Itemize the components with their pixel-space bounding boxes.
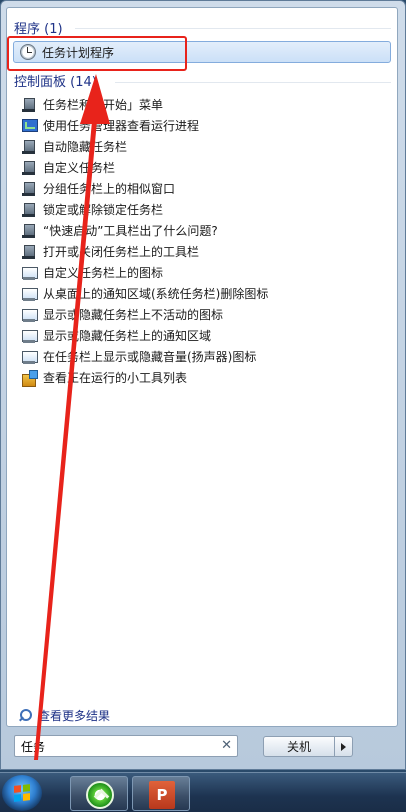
divider (115, 82, 391, 83)
shutdown-group: 关机 (263, 736, 353, 757)
clear-icon[interactable]: ✕ (221, 738, 232, 753)
list-item-label: 任务栏和「开始」菜单 (43, 98, 164, 112)
list-item[interactable]: 自定义任务栏 (21, 157, 391, 178)
list-item-label: 使用任务管理器查看运行进程 (43, 119, 200, 133)
taskbar-icon (21, 139, 37, 155)
taskbar-icon (21, 160, 37, 176)
list-item[interactable]: 查看正在运行的小工具列表 (21, 367, 391, 388)
monitor-icon (21, 307, 38, 323)
list-item-label: 打开或关闭任务栏上的工具栏 (43, 245, 200, 259)
list-item-label: 锁定或解除锁定任务栏 (43, 203, 164, 217)
list-item[interactable]: 打开或关闭任务栏上的工具栏 (21, 241, 391, 262)
control-panel-list: 任务栏和「开始」菜单 使用任务管理器查看运行进程 自动隐藏任务栏 自定义任务栏 … (21, 94, 391, 388)
monitor-icon (21, 349, 38, 365)
search-box: ✕ (14, 735, 238, 757)
search-input[interactable] (21, 738, 211, 754)
shutdown-button[interactable]: 关机 (263, 736, 335, 757)
start-menu: 程序 (1) 任务计划程序 控制面板 (14) 任务栏和「开始」菜单 使用任务管… (0, 0, 406, 770)
list-item[interactable]: “快速启动”工具栏出了什么问题? (21, 220, 391, 241)
taskbar-icon (21, 202, 37, 218)
windows-logo-icon (14, 784, 30, 802)
taskbar-icon (21, 97, 37, 113)
list-item-label: “快速启动”工具栏出了什么问题? (43, 224, 218, 238)
list-item[interactable]: 显示或隐藏任务栏上不活动的图标 (21, 304, 391, 325)
program-item-label: 任务计划程序 (42, 45, 115, 60)
list-item-label: 自定义任务栏上的图标 (43, 266, 164, 280)
search-icon (17, 708, 33, 724)
control-panel-group-header[interactable]: 控制面板 (14) (14, 71, 97, 90)
list-item[interactable]: 从桌面上的通知区域(系统任务栏)删除图标 (21, 283, 391, 304)
taskbar-button-powerpoint[interactable] (132, 776, 190, 811)
list-item[interactable]: 任务栏和「开始」菜单 (21, 94, 391, 115)
divider (75, 28, 391, 29)
see-more-results-link[interactable]: 查看更多结果 (17, 707, 110, 724)
search-results-pane: 程序 (1) 任务计划程序 控制面板 (14) 任务栏和「开始」菜单 使用任务管… (6, 7, 398, 727)
see-more-results-label: 查看更多结果 (38, 709, 111, 723)
list-item[interactable]: 显示或隐藏任务栏上的通知区域 (21, 325, 391, 346)
task-manager-icon (21, 118, 38, 134)
monitor-icon (21, 328, 38, 344)
taskbar-icon (21, 181, 37, 197)
list-item-label: 自动隐藏任务栏 (43, 140, 128, 154)
clock-icon (20, 44, 36, 60)
program-item-task-scheduler[interactable]: 任务计划程序 (13, 41, 391, 63)
taskbar (0, 772, 406, 812)
powerpoint-icon (149, 781, 175, 809)
ie-icon (86, 781, 114, 809)
gadget-icon (21, 369, 38, 387)
monitor-icon (21, 286, 38, 302)
start-button[interactable] (2, 775, 42, 811)
taskbar-icon (21, 244, 37, 260)
list-item[interactable]: 分组任务栏上的相似窗口 (21, 178, 391, 199)
taskbar-icon (21, 223, 37, 239)
list-item-label: 自定义任务栏 (43, 161, 116, 175)
list-item-label: 查看正在运行的小工具列表 (43, 371, 188, 385)
list-item[interactable]: 使用任务管理器查看运行进程 (21, 115, 391, 136)
taskbar-button-internet-explorer[interactable] (70, 776, 128, 811)
list-item-label: 从桌面上的通知区域(系统任务栏)删除图标 (43, 287, 269, 301)
list-item[interactable]: 自动隐藏任务栏 (21, 136, 391, 157)
list-item-label: 显示或隐藏任务栏上的通知区域 (43, 329, 212, 343)
list-item[interactable]: 自定义任务栏上的图标 (21, 262, 391, 283)
monitor-icon (21, 265, 38, 281)
list-item-label: 分组任务栏上的相似窗口 (43, 182, 176, 196)
list-item[interactable]: 在任务栏上显示或隐藏音量(扬声器)图标 (21, 346, 391, 367)
programs-group-header[interactable]: 程序 (1) (14, 18, 63, 37)
arrow-right-icon[interactable] (335, 736, 353, 757)
list-item-label: 显示或隐藏任务栏上不活动的图标 (43, 308, 224, 322)
list-item[interactable]: 锁定或解除锁定任务栏 (21, 199, 391, 220)
list-item-label: 在任务栏上显示或隐藏音量(扬声器)图标 (43, 350, 257, 364)
